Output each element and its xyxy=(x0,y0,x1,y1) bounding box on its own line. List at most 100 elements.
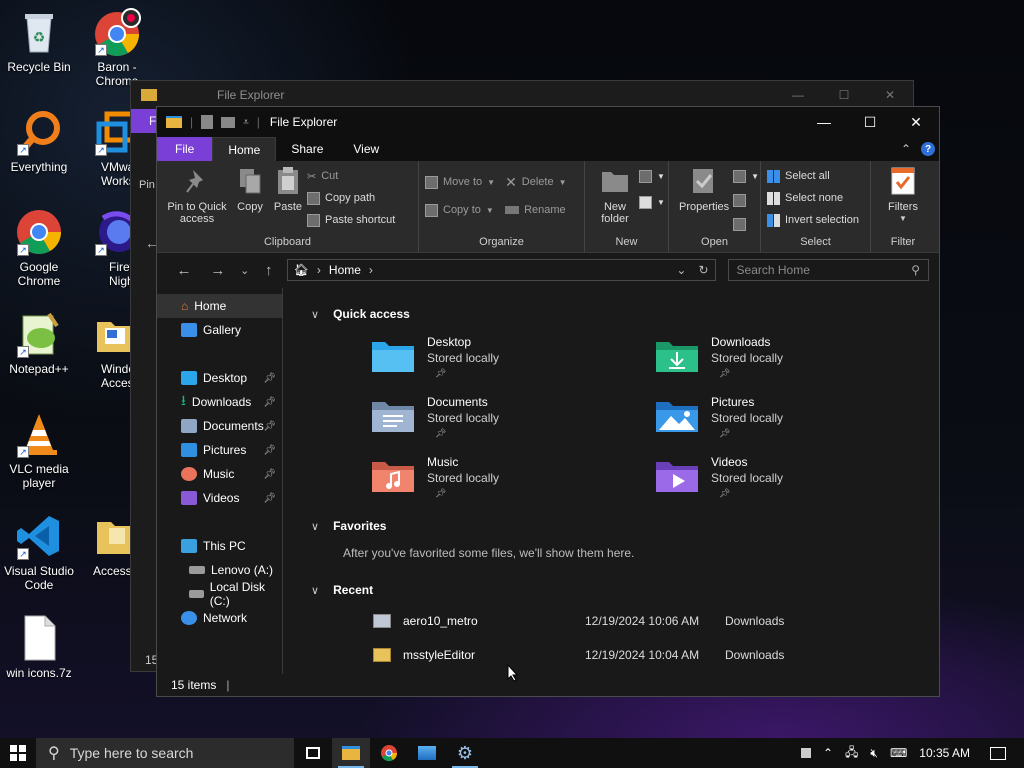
section-quick-access[interactable]: ∨ Quick access xyxy=(311,300,939,328)
up-arrow-icon[interactable]: ↑ xyxy=(255,262,283,279)
pin-icon[interactable]: 📌︎ xyxy=(263,397,276,408)
select-all-button[interactable]: Select all xyxy=(767,167,859,185)
volume-muted-icon[interactable]: 🔇︎ xyxy=(870,746,878,761)
tab-file[interactable]: Fi xyxy=(131,109,157,133)
quick-access-pictures[interactable]: Pictures Stored locally 📌︎ xyxy=(655,388,939,448)
ribbon-group-organize: Move to ▼ Copy to ▼ ✕ Delete ▼ Rename Organi… xyxy=(419,161,585,252)
desktop-icon-google-chrome[interactable]: ↗ Google Chrome xyxy=(0,208,80,288)
sidebar-item-network[interactable]: Network xyxy=(157,606,282,630)
collapse-ribbon-icon[interactable]: ⌃ xyxy=(901,142,911,156)
desktop-icon-vscode[interactable]: ↗ Visual Studio Code xyxy=(0,512,80,592)
new-item-button[interactable]: ▼ xyxy=(639,167,665,185)
maximize-icon[interactable]: ☐ xyxy=(847,107,893,137)
sidebar-item-home[interactable]: ⌂ Home xyxy=(157,294,282,318)
desktop-icon-vlc[interactable]: ↗ VLC media player xyxy=(0,410,80,490)
sidebar-item-gallery[interactable]: Gallery xyxy=(157,318,282,342)
chevron-down-icon[interactable]: ⩡ xyxy=(243,117,249,128)
sidebar-item-downloads[interactable]: ⭳ Downloads 📌︎ xyxy=(157,390,282,414)
sidebar-item-drive-a[interactable]: Lenovo (A:) xyxy=(157,558,282,582)
pin-icon[interactable]: 📌︎ xyxy=(263,373,276,384)
copy-path-button[interactable]: Copy path xyxy=(307,189,395,207)
tab-home[interactable]: Home xyxy=(212,137,277,161)
address-dropdown-icon[interactable]: ⌄ xyxy=(676,263,686,277)
clock[interactable]: 10:35 AM xyxy=(919,746,970,760)
properties-icon[interactable] xyxy=(201,115,214,129)
quick-access-videos[interactable]: Videos Stored locally 📌︎ xyxy=(655,448,939,508)
copy-to-button[interactable]: Copy to ▼ xyxy=(425,201,495,219)
sidebar-item-pictures[interactable]: Pictures 📌︎ xyxy=(157,438,282,462)
section-favorites[interactable]: ∨ Favorites xyxy=(311,512,939,540)
separator: | xyxy=(190,115,194,129)
close-icon[interactable]: ✕ xyxy=(867,88,913,102)
desktop-icon-baron-chrome[interactable]: ↗ Baron - Chrome xyxy=(76,8,158,88)
paste-shortcut-button[interactable]: Paste shortcut xyxy=(307,211,395,229)
tab-file[interactable]: File xyxy=(157,137,213,161)
search-input[interactable]: Search Home ⚲ xyxy=(727,259,929,281)
taskbar-file-explorer[interactable] xyxy=(332,738,370,768)
desktop-icon-notepad-plus-plus[interactable]: ↗ Notepad++ xyxy=(0,310,80,376)
file-explorer-window[interactable]: | ⩡ | File Explorer — ☐ ✕ File Home Shar… xyxy=(156,106,940,697)
delete-button[interactable]: ✕ Delete ▼ xyxy=(505,173,566,191)
help-icon[interactable]: ? xyxy=(921,142,935,156)
sidebar-item-desktop[interactable]: Desktop 📌︎ xyxy=(157,366,282,390)
minimize-icon[interactable]: — xyxy=(801,107,847,137)
pin-icon[interactable]: 📌︎ xyxy=(263,493,276,504)
history-button[interactable] xyxy=(733,215,759,233)
easy-access-button[interactable]: ▼ xyxy=(639,193,665,211)
chevron-up-icon[interactable]: ⌃ xyxy=(823,746,833,760)
desktop-icon-everything[interactable]: ↗ Everything xyxy=(0,108,80,174)
select-none-button[interactable]: Select none xyxy=(767,189,859,207)
refresh-icon[interactable]: ↻ xyxy=(698,263,708,277)
recent-item[interactable]: aero10_metro 12/19/2024 10:06 AM Downloa… xyxy=(373,604,939,638)
edit-button[interactable] xyxy=(733,191,759,209)
sidebar-item-music[interactable]: Music 📌︎ xyxy=(157,462,282,486)
invert-selection-button[interactable]: Invert selection xyxy=(767,211,859,229)
taskbar-app-blue[interactable] xyxy=(408,738,446,768)
action-center-icon[interactable] xyxy=(990,746,1006,760)
cut-button[interactable]: ✂ Cut xyxy=(307,167,395,185)
chevron-down-icon: ∨ xyxy=(311,308,320,321)
pin-icon[interactable]: 📌︎ xyxy=(263,445,276,456)
maximize-icon[interactable]: ☐ xyxy=(821,88,867,102)
back-arrow-icon[interactable]: ← xyxy=(167,262,201,279)
minimize-icon[interactable]: — xyxy=(775,88,821,102)
network-icon[interactable]: 🖧︎ xyxy=(845,743,858,764)
desktop-icon-label: Visual Studio Code xyxy=(4,564,74,592)
keyboard-icon[interactable]: ⌨ xyxy=(890,746,907,760)
drive-icon xyxy=(189,590,204,598)
system-tray: ⌃ 🖧︎ 🔇︎ ⌨ 10:35 AM xyxy=(800,743,1024,764)
open-button[interactable]: ▼ xyxy=(733,167,759,185)
close-icon[interactable]: ✕ xyxy=(893,107,939,137)
taskbar-chrome[interactable] xyxy=(370,738,408,768)
pin-icon xyxy=(182,165,212,197)
task-view-button[interactable] xyxy=(294,738,332,768)
quick-access-downloads[interactable]: Downloads Stored locally 📌︎ xyxy=(655,328,939,388)
quick-access-documents[interactable]: Documents Stored locally 📌︎ xyxy=(371,388,655,448)
group-label: Filter xyxy=(890,236,916,248)
sidebar-item-videos[interactable]: Videos 📌︎ xyxy=(157,486,282,510)
desktop-icon-win-icons-7z[interactable]: win icons.7z xyxy=(0,614,80,680)
new-folder-icon[interactable] xyxy=(221,116,236,128)
recent-locations-chevron-icon[interactable]: ⌄ xyxy=(235,264,255,277)
address-bar[interactable]: 🏠︎ › Home › ⌄ ↻ xyxy=(286,259,716,281)
tab-share[interactable]: Share xyxy=(276,137,338,161)
rename-button[interactable]: Rename xyxy=(505,201,566,219)
sidebar-item-drive-c[interactable]: Local Disk (C:) xyxy=(157,580,282,608)
quick-access-music[interactable]: Music Stored locally 📌︎ xyxy=(371,448,655,508)
notification-app-icon[interactable] xyxy=(800,748,811,758)
sidebar-item-this-pc[interactable]: This PC xyxy=(157,534,282,558)
forward-arrow-icon[interactable]: → xyxy=(201,262,235,279)
start-button[interactable] xyxy=(0,738,36,768)
sidebar-item-documents[interactable]: Documents 📌︎ xyxy=(157,414,282,438)
move-to-button[interactable]: Move to ▼ xyxy=(425,173,495,191)
pin-icon[interactable]: 📌︎ xyxy=(263,421,276,432)
taskbar-settings[interactable]: ⚙ xyxy=(446,738,484,768)
desktop-icon-recycle-bin[interactable]: ♻ Recycle Bin xyxy=(0,8,80,74)
pin-icon[interactable]: 📌︎ xyxy=(263,469,276,480)
taskbar-search-input[interactable]: ⚲ Type here to search xyxy=(36,738,294,768)
quick-access-desktop[interactable]: Desktop Stored locally 📌︎ xyxy=(371,328,655,388)
breadcrumb-home[interactable]: Home xyxy=(329,263,361,277)
section-recent[interactable]: ∨ Recent xyxy=(311,576,939,604)
tab-view[interactable]: View xyxy=(338,137,394,161)
recent-item[interactable]: msstyleEditor 12/19/2024 10:04 AM Downlo… xyxy=(373,638,939,672)
